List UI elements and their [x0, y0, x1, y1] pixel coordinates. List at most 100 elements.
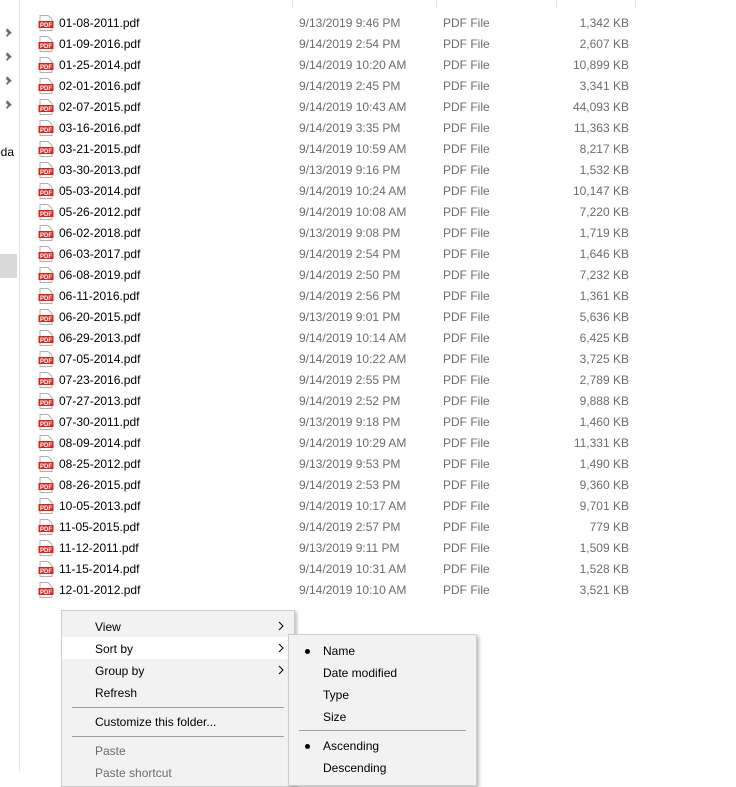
file-row[interactable]: PDF 03-21-2015.pdf 9/14/2019 10:59 AM PDF F… [38, 138, 658, 159]
file-row[interactable]: PDF 11-15-2014.pdf 9/14/2019 10:31 AM PDF F… [38, 558, 658, 579]
svg-text:PDF: PDF [40, 44, 52, 50]
pdf-file-icon: PDF [38, 351, 54, 367]
file-size: 1,460 KB [579, 415, 629, 429]
file-type: PDF File [443, 79, 490, 93]
file-date-modified: 9/14/2019 2:54 PM [299, 37, 401, 51]
file-row[interactable]: PDF 06-03-2017.pdf 9/14/2019 2:54 PM PDF Fi… [38, 243, 658, 264]
file-row[interactable]: PDF 07-30-2011.pdf 9/13/2019 9:18 PM PDF Fi… [38, 411, 658, 432]
bullet-icon [305, 744, 310, 749]
file-type: PDF File [443, 394, 490, 408]
file-name: 06-08-2019.pdf [59, 268, 141, 282]
file-type: PDF File [443, 16, 490, 30]
svg-text:PDF: PDF [40, 569, 52, 575]
file-type: PDF File [443, 478, 490, 492]
menu-item-view[interactable]: View [62, 615, 294, 637]
file-row[interactable]: PDF 03-30-2013.pdf 9/13/2019 9:16 PM PDF Fi… [38, 159, 658, 180]
pdf-file-icon: PDF [38, 246, 54, 262]
file-row[interactable]: PDF 06-02-2018.pdf 9/13/2019 9:08 PM PDF Fi… [38, 222, 658, 243]
pin-icon [3, 75, 15, 87]
file-date-modified: 9/14/2019 10:08 AM [299, 205, 407, 219]
file-name: 11-12-2011.pdf [59, 541, 139, 555]
pdf-file-icon: PDF [38, 78, 54, 94]
file-row[interactable]: PDF 06-29-2013.pdf 9/14/2019 10:14 AM PDF F… [38, 327, 658, 348]
file-size: 10,147 KB [572, 184, 629, 198]
file-row[interactable]: PDF 01-08-2011.pdf 9/13/2019 9:46 PM PDF Fi… [38, 12, 658, 33]
pdf-file-icon: PDF [38, 414, 54, 430]
file-size: 44,093 KB [572, 100, 629, 114]
file-name: 08-26-2015.pdf [59, 478, 141, 492]
menu-item-sort-by[interactable]: Sort by [62, 637, 294, 659]
file-row[interactable]: PDF 05-03-2014.pdf 9/14/2019 10:24 AM PDF F… [38, 180, 658, 201]
menu-item-customize-folder[interactable]: Customize this folder... [62, 710, 294, 732]
file-size: 6,425 KB [579, 331, 629, 345]
file-row[interactable]: PDF 08-25-2012.pdf 9/13/2019 9:53 PM PDF Fi… [38, 453, 658, 474]
sort-option-name[interactable]: Name [289, 639, 476, 661]
file-date-modified: 9/14/2019 2:55 PM [299, 373, 401, 387]
svg-text:PDF: PDF [40, 506, 52, 512]
file-name: 01-25-2014.pdf [59, 58, 141, 72]
file-date-modified: 9/14/2019 3:35 PM [299, 121, 401, 135]
file-row[interactable]: PDF 08-09-2014.pdf 9/14/2019 10:29 AM PDF F… [38, 432, 658, 453]
pdf-file-icon: PDF [38, 561, 54, 577]
file-row[interactable]: PDF 07-05-2014.pdf 9/14/2019 10:22 AM PDF F… [38, 348, 658, 369]
file-name: 06-11-2016.pdf [59, 289, 140, 303]
file-size: 9,888 KB [579, 394, 629, 408]
pdf-file-icon: PDF [38, 330, 54, 346]
file-size: 9,360 KB [579, 478, 629, 492]
sort-option-size[interactable]: Size [289, 705, 476, 727]
svg-text:PDF: PDF [40, 191, 52, 197]
sort-option-date-modified[interactable]: Date modified [289, 661, 476, 683]
svg-text:PDF: PDF [40, 464, 52, 470]
column-divider[interactable] [635, 0, 636, 8]
file-row[interactable]: PDF 05-26-2012.pdf 9/14/2019 10:08 AM PDF F… [38, 201, 658, 222]
file-row[interactable]: PDF 11-12-2011.pdf 9/13/2019 9:11 PM PDF Fi… [38, 537, 658, 558]
sort-option-descending[interactable]: Descending [289, 756, 476, 778]
file-name: 11-05-2015.pdf [59, 520, 140, 534]
pdf-file-icon: PDF [38, 99, 54, 115]
file-size: 1,342 KB [579, 16, 629, 30]
file-row[interactable]: PDF 11-05-2015.pdf 9/14/2019 2:57 PM PDF Fi… [38, 516, 658, 537]
file-type: PDF File [443, 268, 490, 282]
file-row[interactable]: PDF 06-20-2015.pdf 9/13/2019 9:01 PM PDF Fi… [38, 306, 658, 327]
svg-text:PDF: PDF [40, 380, 52, 386]
file-row[interactable]: PDF 02-07-2015.pdf 9/14/2019 10:43 AM PDF F… [38, 96, 658, 117]
file-type: PDF File [443, 520, 490, 534]
file-row[interactable]: PDF 12-01-2012.pdf 9/14/2019 10:10 AM PDF F… [38, 579, 658, 600]
column-divider[interactable] [292, 0, 293, 8]
file-date-modified: 9/13/2019 9:18 PM [299, 415, 401, 429]
file-name: 10-05-2013.pdf [59, 499, 141, 513]
file-row[interactable]: PDF 03-16-2016.pdf 9/14/2019 3:35 PM PDF Fi… [38, 117, 658, 138]
file-row[interactable]: PDF 01-09-2016.pdf 9/14/2019 2:54 PM PDF Fi… [38, 33, 658, 54]
file-row[interactable]: PDF 06-08-2019.pdf 9/14/2019 2:50 PM PDF Fi… [38, 264, 658, 285]
menu-item-refresh[interactable]: Refresh [62, 681, 294, 703]
menu-item-group-by[interactable]: Group by [62, 659, 294, 681]
svg-text:PDF: PDF [40, 548, 52, 554]
column-divider[interactable] [556, 0, 557, 8]
menu-item-paste[interactable]: Paste [62, 739, 294, 761]
file-row[interactable]: PDF 02-01-2016.pdf 9/14/2019 2:45 PM PDF Fi… [38, 75, 658, 96]
file-row[interactable]: PDF 07-23-2016.pdf 9/14/2019 2:55 PM PDF Fi… [38, 369, 658, 390]
file-size: 1,361 KB [579, 289, 629, 303]
column-divider[interactable] [436, 0, 437, 8]
svg-text:PDF: PDF [40, 443, 52, 449]
menu-item-paste-shortcut[interactable]: Paste shortcut [62, 761, 294, 783]
file-name: 08-25-2012.pdf [59, 457, 141, 471]
pdf-file-icon: PDF [38, 582, 54, 598]
file-row[interactable]: PDF 08-26-2015.pdf 9/14/2019 2:53 PM PDF Fi… [38, 474, 658, 495]
file-date-modified: 9/14/2019 2:45 PM [299, 79, 401, 93]
sort-option-ascending[interactable]: Ascending [289, 734, 476, 756]
file-row[interactable]: PDF 06-11-2016.pdf 9/14/2019 2:56 PM PDF Fi… [38, 285, 658, 306]
sort-option-type[interactable]: Type [289, 683, 476, 705]
nav-item-label[interactable]: oda [0, 145, 19, 159]
file-size: 9,701 KB [579, 499, 629, 513]
pdf-file-icon: PDF [38, 36, 54, 52]
svg-text:PDF: PDF [40, 128, 52, 134]
file-date-modified: 9/14/2019 10:24 AM [299, 184, 407, 198]
pin-icon [3, 27, 15, 39]
file-row[interactable]: PDF 10-05-2013.pdf 9/14/2019 10:17 AM PDF F… [38, 495, 658, 516]
pdf-file-icon: PDF [38, 519, 54, 535]
file-row[interactable]: PDF 01-25-2014.pdf 9/14/2019 10:20 AM PDF F… [38, 54, 658, 75]
pdf-file-icon: PDF [38, 267, 54, 283]
file-row[interactable]: PDF 07-27-2013.pdf 9/14/2019 2:52 PM PDF Fi… [38, 390, 658, 411]
nav-item-selected[interactable] [0, 254, 17, 278]
